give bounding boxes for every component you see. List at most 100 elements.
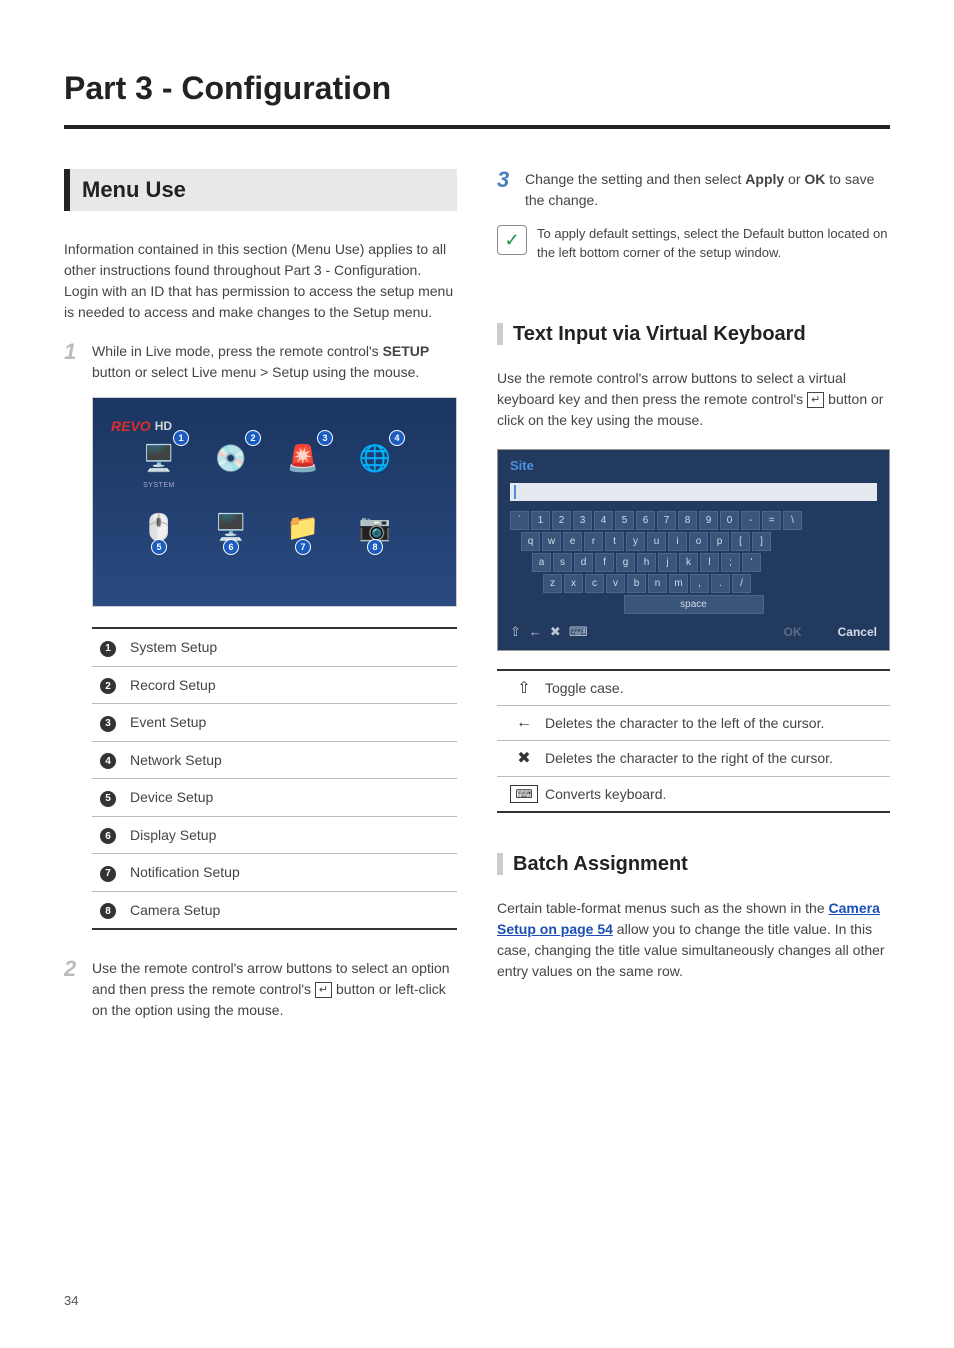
virtual-keyboard-screenshot: Site `1234567890-=\ qwertyuiop[] asdfghj… bbox=[497, 449, 890, 651]
hd-logo: HD bbox=[155, 419, 172, 433]
delete-icon[interactable]: ✖ bbox=[550, 624, 561, 640]
event-icon-cell: 🚨 3 bbox=[283, 438, 323, 489]
key[interactable]: - bbox=[741, 511, 760, 530]
key[interactable]: v bbox=[606, 574, 625, 593]
key[interactable]: = bbox=[762, 511, 781, 530]
key[interactable]: r bbox=[584, 532, 603, 551]
keyboard-icon[interactable]: ⌨ bbox=[569, 624, 588, 640]
shift-icon[interactable]: ⇧ bbox=[510, 624, 521, 640]
key[interactable]: p bbox=[710, 532, 729, 551]
backspace-icon[interactable]: ← bbox=[529, 624, 542, 639]
key[interactable]: n bbox=[648, 574, 667, 593]
table-row: 6Display Setup bbox=[92, 817, 457, 855]
batch-text: Certain table-format menus such as the s… bbox=[497, 898, 890, 982]
key[interactable]: \ bbox=[783, 511, 802, 530]
kbd-text-field[interactable] bbox=[510, 483, 877, 501]
key[interactable]: 5 bbox=[615, 511, 634, 530]
icon-row-2: 🖱️ 5 🖥️ 6 📁 7 📷 8 bbox=[111, 507, 438, 547]
kbd-row-1: `1234567890-=\ bbox=[510, 511, 877, 530]
key[interactable]: q bbox=[521, 532, 540, 551]
row-label: Camera Setup bbox=[130, 902, 220, 918]
key[interactable]: ; bbox=[721, 553, 740, 572]
key[interactable]: 3 bbox=[573, 511, 592, 530]
step-1-text: While in Live mode, press the remote con… bbox=[92, 341, 457, 383]
ok-button[interactable]: OK bbox=[784, 625, 802, 639]
key[interactable]: 1 bbox=[531, 511, 550, 530]
row-label: Event Setup bbox=[130, 714, 206, 730]
space-key[interactable]: space bbox=[624, 595, 764, 614]
key[interactable]: / bbox=[732, 574, 751, 593]
key[interactable]: [ bbox=[731, 532, 750, 551]
key[interactable]: k bbox=[679, 553, 698, 572]
kbd-row-4: zxcvbnm,./ bbox=[510, 574, 877, 593]
enter-icon: ↵ bbox=[315, 982, 332, 998]
row-label: Network Setup bbox=[130, 752, 222, 768]
display-icon-cell: 🖥️ 6 bbox=[211, 507, 251, 547]
key[interactable]: ] bbox=[752, 532, 771, 551]
key[interactable]: z bbox=[543, 574, 562, 593]
key[interactable]: 0 bbox=[720, 511, 739, 530]
record-icon-cell: 💿 2 bbox=[211, 438, 251, 489]
kbd-rows: `1234567890-=\ qwertyuiop[] asdfghjkl;' … bbox=[498, 511, 889, 614]
key[interactable]: c bbox=[585, 574, 604, 593]
camera-icon-cell: 📷 8 bbox=[355, 507, 395, 547]
table-row: 1System Setup bbox=[92, 629, 457, 667]
step-2-number: 2 bbox=[64, 958, 82, 1021]
right-column: 3 Change the setting and then select App… bbox=[497, 169, 890, 1035]
row-label: Device Setup bbox=[130, 789, 213, 805]
marker-2: 2 bbox=[245, 430, 261, 446]
shift-icon: ⇧ bbox=[503, 678, 545, 698]
key[interactable]: 7 bbox=[657, 511, 676, 530]
key[interactable]: x bbox=[564, 574, 583, 593]
key[interactable]: . bbox=[711, 574, 730, 593]
key[interactable]: , bbox=[690, 574, 709, 593]
key[interactable]: j bbox=[658, 553, 677, 572]
key[interactable]: u bbox=[647, 532, 666, 551]
key[interactable]: 9 bbox=[699, 511, 718, 530]
key[interactable]: ' bbox=[742, 553, 761, 572]
key[interactable]: w bbox=[542, 532, 561, 551]
title-underline bbox=[64, 125, 890, 129]
key[interactable]: l bbox=[700, 553, 719, 572]
menu-heading: Menu Use bbox=[82, 177, 445, 203]
key[interactable]: f bbox=[595, 553, 614, 572]
key[interactable]: s bbox=[553, 553, 572, 572]
key[interactable]: i bbox=[668, 532, 687, 551]
intro-text: Information contained in this section (M… bbox=[64, 239, 457, 323]
setup-menu-screenshot: REVO HD 🖥️ SYSTEM 1 💿 2 bbox=[92, 397, 457, 607]
cancel-button[interactable]: Cancel bbox=[838, 625, 877, 639]
key[interactable]: m bbox=[669, 574, 688, 593]
key[interactable]: h bbox=[637, 553, 656, 572]
key[interactable]: d bbox=[574, 553, 593, 572]
sub-heading-keyboard: Text Input via Virtual Keyboard bbox=[497, 323, 890, 346]
key[interactable]: o bbox=[689, 532, 708, 551]
key[interactable]: 4 bbox=[594, 511, 613, 530]
kbd-bottom-right: OK Cancel bbox=[784, 625, 877, 639]
key[interactable]: y bbox=[626, 532, 645, 551]
symbol-row: ⇧ Toggle case. bbox=[497, 671, 890, 706]
key[interactable]: e bbox=[563, 532, 582, 551]
key[interactable]: 8 bbox=[678, 511, 697, 530]
logo-row: REVO HD bbox=[111, 418, 438, 434]
sub-heading-batch-label: Batch Assignment bbox=[513, 853, 688, 876]
network-icon-cell: 🌐 4 bbox=[355, 438, 395, 489]
row-label: System Setup bbox=[130, 639, 217, 655]
system-icon: 🖥️ bbox=[139, 438, 179, 478]
key[interactable]: 6 bbox=[636, 511, 655, 530]
symbol-text: Toggle case. bbox=[545, 678, 624, 698]
key[interactable]: 2 bbox=[552, 511, 571, 530]
keyboard-icon: ⌨ bbox=[503, 785, 545, 803]
key[interactable]: ` bbox=[510, 511, 529, 530]
key[interactable]: a bbox=[532, 553, 551, 572]
marker-7: 7 bbox=[295, 539, 311, 555]
step-2-text: Use the remote control's arrow buttons t… bbox=[92, 958, 457, 1021]
key[interactable]: g bbox=[616, 553, 635, 572]
system-icon-cell: 🖥️ SYSTEM 1 bbox=[139, 438, 179, 489]
table-row: 8Camera Setup bbox=[92, 892, 457, 929]
symbol-text: Converts keyboard. bbox=[545, 784, 666, 804]
step-3-or: or bbox=[784, 171, 804, 187]
key[interactable]: b bbox=[627, 574, 646, 593]
key[interactable]: t bbox=[605, 532, 624, 551]
marker-1: 1 bbox=[173, 430, 189, 446]
marker-3: 3 bbox=[317, 430, 333, 446]
